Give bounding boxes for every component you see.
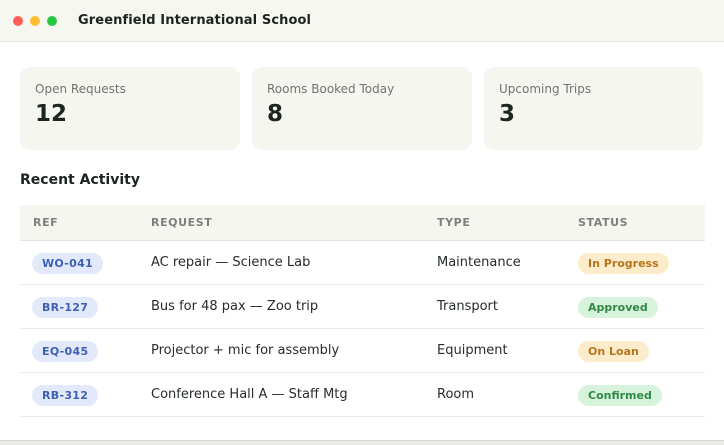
table-row[interactable]: EQ-045 Projector + mic for assembly Equi… — [20, 329, 705, 373]
ref-badge: BR-127 — [32, 296, 99, 318]
status-badge: On Loan — [578, 340, 649, 362]
table-row[interactable]: RB-312 Conference Hall A — Staff Mtg Roo… — [20, 373, 705, 417]
status-badge: In Progress — [578, 252, 669, 274]
request-cell: Bus for 48 pax — Zoo trip — [151, 299, 319, 314]
request-cell: Conference Hall A — Staff Mtg — [151, 387, 348, 402]
table-row[interactable]: BR-127 Bus for 48 pax — Zoo trip Transpo… — [20, 285, 705, 329]
column-header-ref: REF — [33, 216, 59, 229]
type-cell: Equipment — [437, 343, 508, 358]
stat-label: Open Requests — [35, 82, 126, 96]
activity-table: REF REQUEST TYPE STATUS WO-041 AC repair… — [20, 205, 705, 417]
stat-value: 12 — [35, 101, 68, 127]
stat-card-rooms-booked: Rooms Booked Today 8 — [252, 67, 472, 150]
ref-badge: WO-041 — [32, 252, 104, 274]
column-header-request: REQUEST — [151, 216, 213, 229]
request-cell: Projector + mic for assembly — [151, 343, 340, 358]
stat-card-upcoming-trips: Upcoming Trips 3 — [484, 67, 703, 150]
column-header-status: STATUS — [578, 216, 629, 229]
stat-label: Rooms Booked Today — [267, 82, 395, 96]
column-header-type: TYPE — [437, 216, 471, 229]
type-cell: Maintenance — [437, 255, 521, 270]
stat-label: Upcoming Trips — [499, 82, 592, 96]
maximize-window-button[interactable] — [47, 15, 57, 26]
ref-badge: EQ-045 — [32, 340, 99, 362]
request-cell: AC repair — Science Lab — [151, 255, 311, 270]
title-bar: Greenfield International School — [0, 0, 724, 42]
close-window-button[interactable] — [13, 15, 23, 26]
type-cell: Room — [437, 387, 475, 402]
app-window: Greenfield International School Open Req… — [0, 0, 724, 441]
section-title: Recent Activity — [20, 172, 140, 188]
stats-cards: Open Requests 12 Rooms Booked Today 8 Up… — [20, 67, 703, 150]
status-badge: Confirmed — [578, 384, 662, 406]
app-title: Greenfield International School — [78, 13, 312, 28]
table-row[interactable]: WO-041 AC repair — Science Lab Maintenan… — [20, 241, 705, 285]
type-cell: Transport — [437, 299, 499, 314]
minimize-window-button[interactable] — [30, 15, 40, 26]
status-badge: Approved — [578, 296, 658, 318]
table-header: REF REQUEST TYPE STATUS — [20, 205, 705, 241]
stat-value: 8 — [267, 101, 284, 127]
stat-value: 3 — [499, 101, 516, 127]
stat-card-open-requests: Open Requests 12 — [20, 67, 240, 150]
ref-badge: RB-312 — [32, 384, 99, 406]
